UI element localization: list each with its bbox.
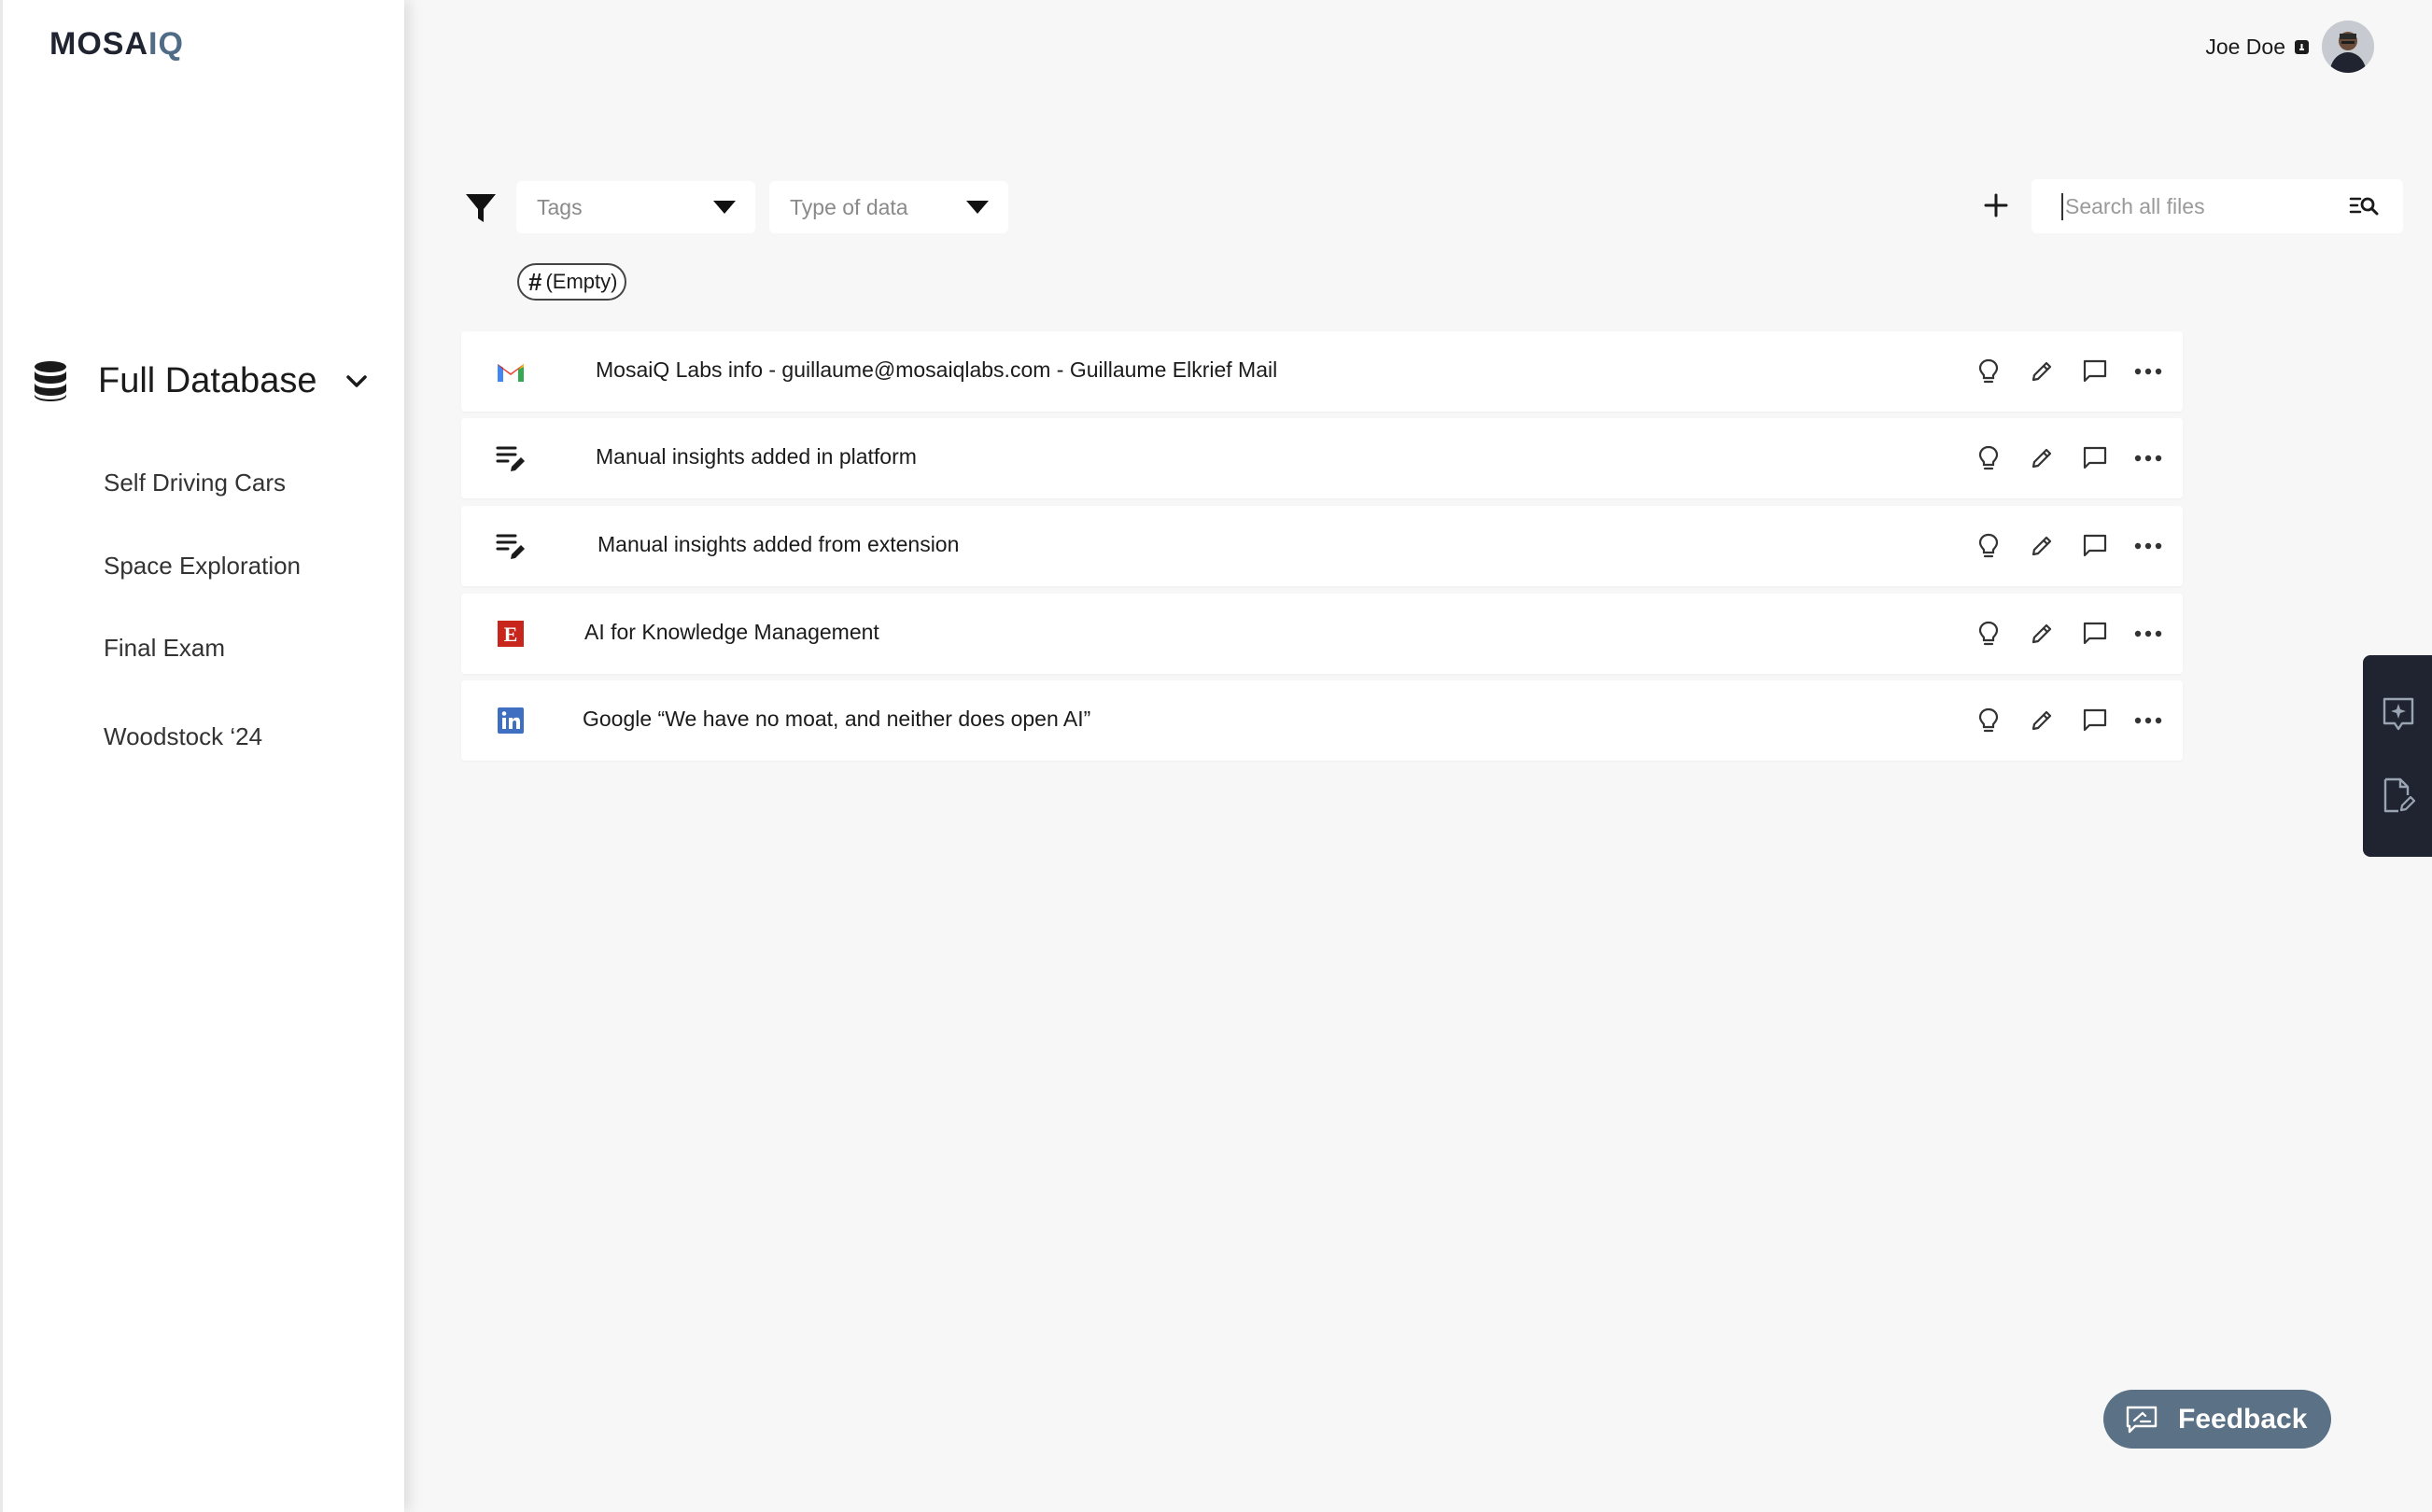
- sidebar-item-woodstock-24[interactable]: Woodstock ‘24: [104, 722, 262, 751]
- user-name: Joe Doe: [2205, 34, 2285, 59]
- caret-down-icon: [713, 201, 736, 214]
- edit-pencil-icon[interactable]: [2026, 442, 2058, 474]
- file-title[interactable]: MosaiQ Labs info - guillaume@mosaiqlabs.…: [596, 357, 1277, 383]
- sidebar: MOSAIQ Full Database Self Driving Cars S…: [0, 0, 404, 1512]
- app-logo[interactable]: MOSAIQ: [49, 26, 184, 63]
- comment-icon[interactable]: [2079, 705, 2111, 736]
- more-options-icon[interactable]: [2132, 442, 2164, 474]
- list-item[interactable]: Manual insights added in platform: [461, 418, 2183, 498]
- more-options-icon[interactable]: [2132, 530, 2164, 562]
- add-file-button[interactable]: [1982, 191, 2010, 219]
- list-item[interactable]: Manual insights added from extension: [461, 506, 2183, 586]
- file-title[interactable]: Manual insights added from extension: [597, 532, 959, 557]
- search-input[interactable]: [2061, 192, 2347, 220]
- row-actions: [1951, 705, 2164, 736]
- feedback-icon: [2126, 1406, 2158, 1433]
- more-options-icon[interactable]: [2132, 356, 2164, 387]
- edit-pencil-icon[interactable]: [2026, 618, 2058, 650]
- economist-icon: E: [498, 621, 524, 647]
- chevron-down-icon[interactable]: [343, 367, 371, 395]
- list-item[interactable]: Google “We have no moat, and neither doe…: [461, 680, 2183, 761]
- user-badge-icon: [2295, 39, 2309, 54]
- sidebar-item-self-driving-cars[interactable]: Self Driving Cars: [104, 469, 286, 497]
- file-title[interactable]: Google “We have no moat, and neither doe…: [583, 707, 1090, 732]
- list-item[interactable]: MosaiQ Labs info - guillaume@mosaiqlabs.…: [461, 331, 2183, 412]
- feedback-label: Feedback: [2178, 1403, 2308, 1435]
- search-icon[interactable]: [2349, 195, 2379, 217]
- insight-bulb-icon[interactable]: [1973, 530, 2004, 562]
- insight-bulb-icon[interactable]: [1973, 705, 2004, 736]
- type-of-data-select[interactable]: Type of data: [769, 181, 1008, 233]
- row-actions: [1951, 442, 2164, 474]
- gmail-icon: [498, 364, 524, 382]
- comment-icon[interactable]: [2079, 618, 2111, 650]
- row-actions: [1951, 356, 2164, 387]
- tags-select-placeholder: Tags: [537, 194, 583, 219]
- logo-text: MOSA: [49, 26, 148, 62]
- file-title[interactable]: Manual insights added in platform: [596, 444, 917, 469]
- sidebar-item-final-exam[interactable]: Final Exam: [104, 634, 225, 663]
- database-title: Full Database: [98, 360, 317, 400]
- manual-note-icon: [496, 446, 525, 471]
- edit-pencil-icon[interactable]: [2026, 705, 2058, 736]
- list-item[interactable]: E AI for Knowledge Management: [461, 594, 2183, 674]
- search-box[interactable]: [2031, 179, 2403, 233]
- type-select-placeholder: Type of data: [790, 194, 908, 219]
- insight-bulb-icon[interactable]: [1973, 356, 2004, 387]
- note-edit-icon[interactable]: [2382, 777, 2415, 814]
- filter-icon[interactable]: [464, 191, 498, 225]
- right-tool-panel: [2363, 655, 2432, 857]
- svg-text:E: E: [504, 623, 518, 646]
- caret-down-icon: [966, 201, 989, 214]
- logo-text-accent: IQ: [148, 26, 184, 62]
- linkedin-icon: [498, 707, 524, 734]
- database-selector[interactable]: Full Database: [33, 360, 371, 401]
- tags-select[interactable]: Tags: [516, 181, 755, 233]
- manual-note-icon: [496, 534, 525, 559]
- database-icon: [35, 361, 66, 401]
- active-tag-label: (Empty): [545, 270, 618, 293]
- feedback-button[interactable]: Feedback: [2103, 1390, 2331, 1449]
- active-tag-chip[interactable]: # (Empty): [517, 263, 627, 301]
- insight-bulb-icon[interactable]: [1973, 618, 2004, 650]
- insight-bulb-icon[interactable]: [1973, 442, 2004, 474]
- edit-pencil-icon[interactable]: [2026, 530, 2058, 562]
- more-options-icon[interactable]: [2132, 618, 2164, 650]
- row-actions: [1951, 530, 2164, 562]
- hash-icon: #: [528, 267, 542, 296]
- more-options-icon[interactable]: [2132, 705, 2164, 736]
- file-title[interactable]: AI for Knowledge Management: [584, 620, 879, 645]
- sidebar-item-space-exploration[interactable]: Space Exploration: [104, 552, 301, 581]
- row-actions: [1951, 618, 2164, 650]
- comment-icon[interactable]: [2079, 356, 2111, 387]
- ai-chat-icon[interactable]: [2382, 696, 2415, 734]
- comment-icon[interactable]: [2079, 530, 2111, 562]
- comment-icon[interactable]: [2079, 442, 2111, 474]
- user-menu[interactable]: Joe Doe: [2205, 21, 2374, 73]
- avatar[interactable]: [2322, 21, 2374, 73]
- edit-pencil-icon[interactable]: [2026, 356, 2058, 387]
